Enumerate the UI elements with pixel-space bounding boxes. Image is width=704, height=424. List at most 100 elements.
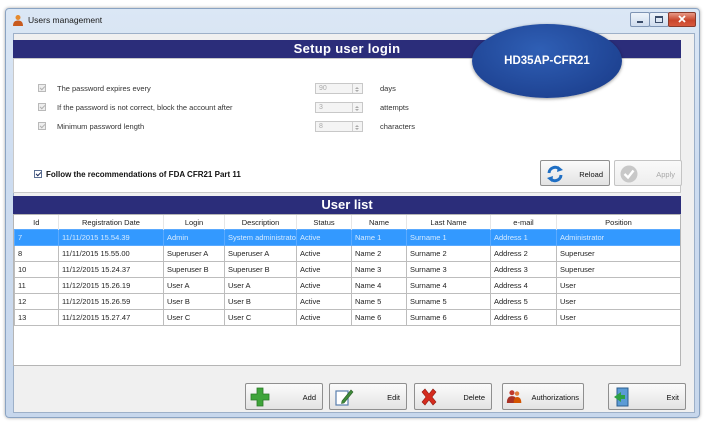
cell-description: User A: [224, 277, 297, 294]
close-icon: [678, 15, 686, 23]
fda-cfr21-checkbox[interactable]: [34, 170, 42, 178]
cell-registration-date: 11/12/2015 15.24.37: [58, 261, 164, 278]
reload-label: Reload: [579, 170, 603, 179]
cell-description: System administrator: [224, 229, 297, 246]
delete-label: Delete: [463, 393, 485, 402]
title-bar[interactable]: Users management: [6, 9, 699, 31]
cell-last-name: Surname 1: [406, 229, 491, 246]
cell-id: 13: [14, 309, 59, 326]
add-plus-icon: [250, 387, 270, 407]
user-table: Id Registration Date Login Description S…: [14, 215, 680, 326]
exit-door-icon: [614, 387, 629, 407]
cell-login: Superuser A: [163, 245, 225, 262]
table-header-row: Id Registration Date Login Description S…: [14, 215, 680, 230]
block-account-unit: attempts: [380, 103, 409, 112]
cell-status: Active: [296, 261, 352, 278]
cell-status: Active: [296, 277, 352, 294]
minimize-icon: [637, 21, 643, 23]
cell-registration-date: 11/11/2015 15.54.39: [58, 229, 164, 246]
edit-icon: [335, 389, 354, 406]
password-expiry-value: 90: [319, 85, 327, 92]
fda-cfr21-label: Follow the recommendations of FDA CFR21 …: [46, 170, 241, 179]
cell-description: User B: [224, 293, 297, 310]
column-header-login[interactable]: Login: [163, 215, 225, 230]
close-button[interactable]: [668, 12, 696, 27]
apply-button[interactable]: Apply: [614, 160, 682, 186]
cell-status: Active: [296, 229, 352, 246]
delete-x-icon: [421, 388, 437, 406]
cell-position: Superuser: [556, 261, 680, 278]
maximize-button[interactable]: [649, 12, 669, 27]
cell-email: Address 3: [490, 261, 557, 278]
cell-position: Superuser: [556, 245, 680, 262]
spinner-arrows-icon[interactable]: [352, 122, 362, 131]
cell-id: 10: [14, 261, 59, 278]
reload-button[interactable]: Reload: [540, 160, 610, 186]
edit-label: Edit: [387, 393, 400, 402]
password-expiry-label: The password expires every: [57, 84, 151, 93]
min-password-length-spinner[interactable]: 8: [315, 121, 363, 132]
cell-id: 12: [14, 293, 59, 310]
authorizations-button[interactable]: Authorizations: [502, 383, 584, 410]
cell-id: 11: [14, 277, 59, 294]
min-password-length-value: 8: [319, 123, 323, 130]
column-header-position[interactable]: Position: [556, 215, 680, 230]
table-row[interactable]: 7 11/11/2015 15.54.39 Admin System admin…: [14, 229, 680, 246]
cell-status: Active: [296, 245, 352, 262]
exit-button[interactable]: Exit: [608, 383, 686, 410]
column-header-description[interactable]: Description: [224, 215, 297, 230]
cell-status: Active: [296, 293, 352, 310]
block-account-spinner[interactable]: 3: [315, 102, 363, 113]
authorizations-users-icon: [506, 390, 522, 403]
cell-last-name: Surname 3: [406, 261, 491, 278]
minimize-button[interactable]: [630, 12, 650, 27]
column-header-name[interactable]: Name: [351, 215, 407, 230]
cell-email: Address 5: [490, 293, 557, 310]
password-expiry-spinner[interactable]: 90: [315, 83, 363, 94]
cell-login: User B: [163, 293, 225, 310]
cell-last-name: Surname 4: [406, 277, 491, 294]
cell-email: Address 2: [490, 245, 557, 262]
cell-name: Name 4: [351, 277, 407, 294]
spinner-arrows-icon[interactable]: [352, 103, 362, 112]
cell-name: Name 5: [351, 293, 407, 310]
edit-user-button[interactable]: Edit: [329, 383, 407, 410]
delete-user-button[interactable]: Delete: [414, 383, 492, 410]
table-row[interactable]: 8 11/11/2015 15.55.00 Superuser A Superu…: [14, 245, 680, 262]
column-header-email[interactable]: e-mail: [490, 215, 557, 230]
cell-registration-date: 11/11/2015 15.55.00: [58, 245, 164, 262]
min-password-length-label: Minimum password length: [57, 122, 145, 131]
table-row[interactable]: 11 11/12/2015 15.26.19 User A User A Act…: [14, 277, 680, 294]
min-password-length-checkbox[interactable]: [38, 122, 46, 130]
cell-email: Address 1: [490, 229, 557, 246]
password-expiry-unit: days: [380, 84, 396, 93]
block-account-label: If the password is not correct, block th…: [57, 103, 233, 112]
user-list-grid[interactable]: Id Registration Date Login Description S…: [13, 214, 681, 366]
table-row[interactable]: 13 11/12/2015 15.27.47 User C User C Act…: [14, 309, 680, 326]
users-icon: [13, 15, 23, 26]
spinner-arrows-icon[interactable]: [352, 84, 362, 93]
add-label: Add: [302, 393, 316, 402]
table-row[interactable]: 12 11/12/2015 15.26.59 User B User B Act…: [14, 293, 680, 310]
block-account-value: 3: [319, 104, 323, 111]
column-header-status[interactable]: Status: [296, 215, 352, 230]
block-account-checkbox[interactable]: [38, 103, 46, 111]
column-header-last-name[interactable]: Last Name: [406, 215, 491, 230]
cell-login: User C: [163, 309, 225, 326]
cell-name: Name 1: [351, 229, 407, 246]
cell-description: User C: [224, 309, 297, 326]
cell-login: User A: [163, 277, 225, 294]
cell-registration-date: 11/12/2015 15.26.59: [58, 293, 164, 310]
exit-label: Exit: [666, 393, 679, 402]
cell-last-name: Surname 2: [406, 245, 491, 262]
table-row[interactable]: 10 11/12/2015 15.24.37 Superuser B Super…: [14, 261, 680, 278]
password-expiry-checkbox[interactable]: [38, 84, 46, 92]
cell-last-name: Surname 6: [406, 309, 491, 326]
cell-registration-date: 11/12/2015 15.26.19: [58, 277, 164, 294]
model-badge: HD35AP-CFR21: [472, 24, 622, 98]
min-password-length-unit: characters: [380, 122, 416, 131]
column-header-registration-date[interactable]: Registration Date: [58, 215, 164, 230]
cell-name: Name 3: [351, 261, 407, 278]
add-user-button[interactable]: Add: [245, 383, 323, 410]
column-header-id[interactable]: Id: [14, 215, 59, 230]
